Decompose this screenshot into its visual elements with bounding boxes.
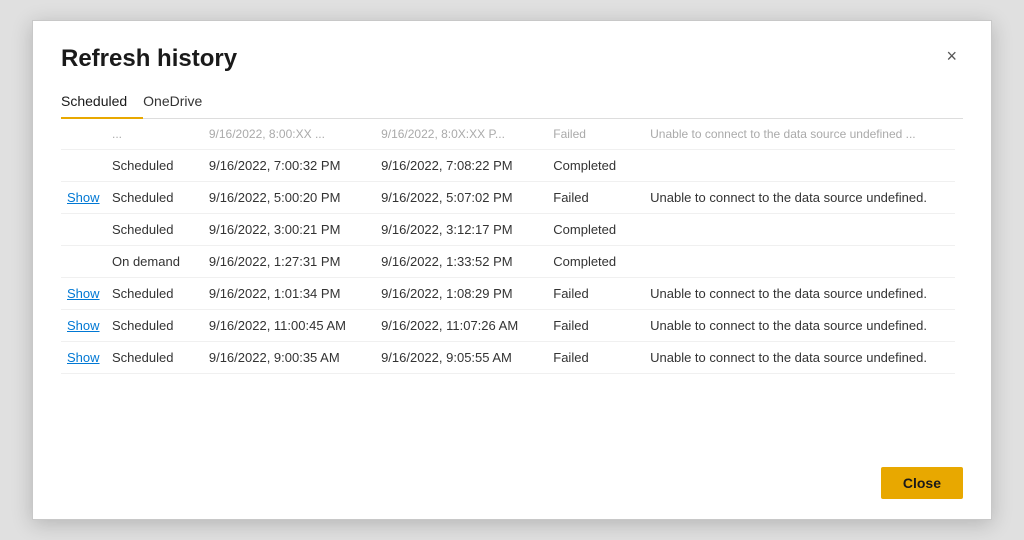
refresh-history-dialog: Refresh history × Scheduled OneDrive ...… <box>32 20 992 520</box>
end-time-cell: 9/16/2022, 3:12:17 PM <box>375 214 547 246</box>
status-cell: Completed <box>547 246 644 278</box>
start-time-cell: 9/16/2022, 1:01:34 PM <box>203 278 375 310</box>
status-cell: Failed <box>547 310 644 342</box>
error-cell: Unable to connect to the data source und… <box>644 342 955 374</box>
type-cell: Scheduled <box>106 182 203 214</box>
tab-onedrive[interactable]: OneDrive <box>143 85 218 119</box>
start-time-cell: 9/16/2022, 5:00:20 PM <box>203 182 375 214</box>
error-cell <box>644 246 955 278</box>
status-cell: Failed <box>547 119 644 150</box>
end-time-cell: 9/16/2022, 11:07:26 AM <box>375 310 547 342</box>
table-row: ShowScheduled9/16/2022, 11:00:45 AM9/16/… <box>61 310 955 342</box>
error-cell: Unable to connect to the data source und… <box>644 310 955 342</box>
end-time-cell: 9/16/2022, 1:08:29 PM <box>375 278 547 310</box>
empty-show-cell <box>61 119 106 150</box>
table-row: Scheduled9/16/2022, 3:00:21 PM9/16/2022,… <box>61 214 955 246</box>
error-cell: Unable to connect to the data source und… <box>644 119 955 150</box>
status-cell: Completed <box>547 214 644 246</box>
end-time-cell: 9/16/2022, 8:0X:XX P... <box>375 119 547 150</box>
show-link[interactable]: Show <box>61 278 106 310</box>
show-link[interactable]: Show <box>61 342 106 374</box>
empty-show-cell <box>61 246 106 278</box>
type-cell: Scheduled <box>106 310 203 342</box>
end-time-cell: 9/16/2022, 5:07:02 PM <box>375 182 547 214</box>
close-button[interactable]: Close <box>881 467 963 499</box>
type-cell: On demand <box>106 246 203 278</box>
table-row: Scheduled9/16/2022, 7:00:32 PM9/16/2022,… <box>61 150 955 182</box>
end-time-cell: 9/16/2022, 9:05:55 AM <box>375 342 547 374</box>
error-cell: Unable to connect to the data source und… <box>644 182 955 214</box>
history-table: ...9/16/2022, 8:00:XX ...9/16/2022, 8:0X… <box>61 119 955 374</box>
tab-bar: Scheduled OneDrive <box>61 85 963 119</box>
tab-scheduled[interactable]: Scheduled <box>61 85 143 119</box>
empty-show-cell <box>61 214 106 246</box>
type-cell: Scheduled <box>106 278 203 310</box>
start-time-cell: 9/16/2022, 3:00:21 PM <box>203 214 375 246</box>
status-cell: Failed <box>547 278 644 310</box>
table-row: ShowScheduled9/16/2022, 5:00:20 PM9/16/2… <box>61 182 955 214</box>
start-time-cell: 9/16/2022, 8:00:XX ... <box>203 119 375 150</box>
status-cell: Failed <box>547 182 644 214</box>
table-row: ShowScheduled9/16/2022, 1:01:34 PM9/16/2… <box>61 278 955 310</box>
dialog-title: Refresh history <box>61 45 237 73</box>
table-row: ...9/16/2022, 8:00:XX ...9/16/2022, 8:0X… <box>61 119 955 150</box>
show-link[interactable]: Show <box>61 182 106 214</box>
empty-show-cell <box>61 150 106 182</box>
start-time-cell: 9/16/2022, 1:27:31 PM <box>203 246 375 278</box>
type-cell: ... <box>106 119 203 150</box>
start-time-cell: 9/16/2022, 9:00:35 AM <box>203 342 375 374</box>
history-table-container: ...9/16/2022, 8:00:XX ...9/16/2022, 8:0X… <box>61 119 963 443</box>
end-time-cell: 9/16/2022, 7:08:22 PM <box>375 150 547 182</box>
type-cell: Scheduled <box>106 342 203 374</box>
end-time-cell: 9/16/2022, 1:33:52 PM <box>375 246 547 278</box>
error-cell: Unable to connect to the data source und… <box>644 278 955 310</box>
show-link[interactable]: Show <box>61 310 106 342</box>
type-cell: Scheduled <box>106 214 203 246</box>
error-cell <box>644 214 955 246</box>
start-time-cell: 9/16/2022, 11:00:45 AM <box>203 310 375 342</box>
start-time-cell: 9/16/2022, 7:00:32 PM <box>203 150 375 182</box>
table-row: On demand9/16/2022, 1:27:31 PM9/16/2022,… <box>61 246 955 278</box>
table-row: ShowScheduled9/16/2022, 9:00:35 AM9/16/2… <box>61 342 955 374</box>
status-cell: Failed <box>547 342 644 374</box>
dialog-header: Refresh history × <box>61 45 963 73</box>
error-cell <box>644 150 955 182</box>
status-cell: Completed <box>547 150 644 182</box>
type-cell: Scheduled <box>106 150 203 182</box>
dialog-footer: Close <box>61 451 963 499</box>
close-icon-button[interactable]: × <box>940 45 963 67</box>
